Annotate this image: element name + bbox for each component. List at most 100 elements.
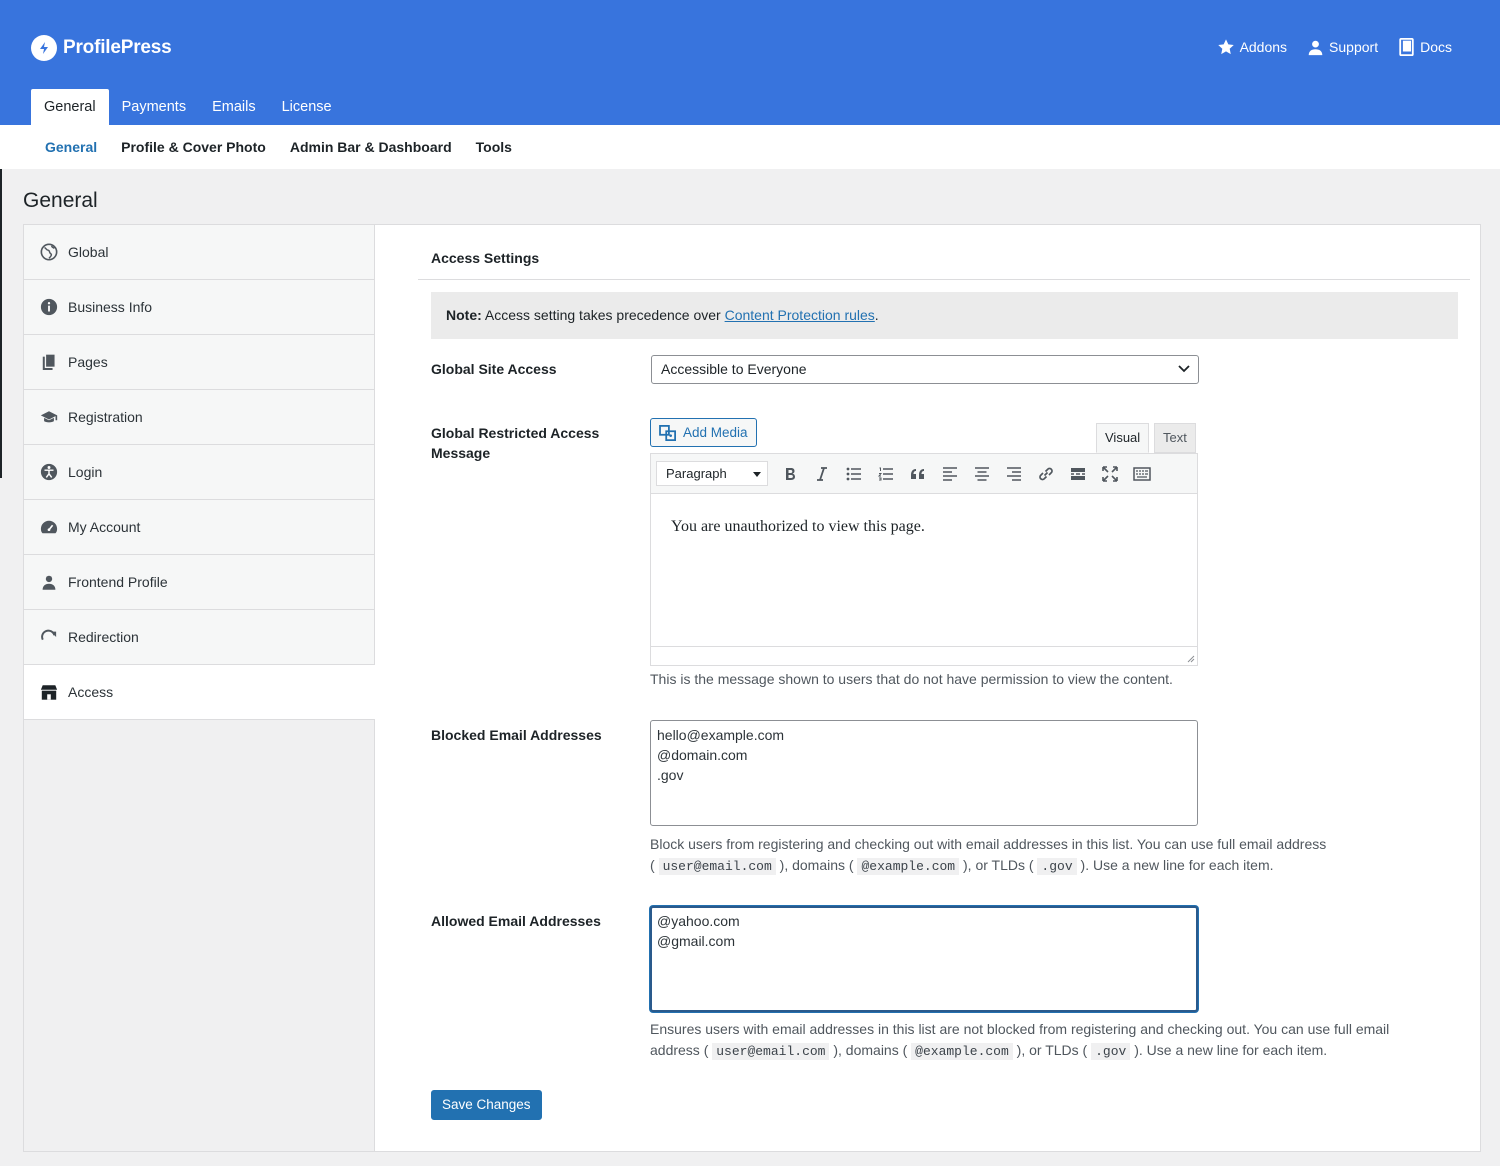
restricted-message-label-line2: Message: [431, 445, 491, 461]
allowed-desc-line2: address ( user@email.com ), domains ( @e…: [650, 1040, 1389, 1062]
restricted-message-label-line1: Global Restricted Access: [431, 425, 600, 441]
bulleted-list-icon: [846, 467, 861, 480]
addons-link[interactable]: Addons: [1217, 38, 1287, 56]
sidebar-item-access[interactable]: Access: [24, 665, 376, 720]
tab-general[interactable]: General: [31, 89, 109, 125]
save-changes-button[interactable]: Save Changes: [431, 1090, 542, 1120]
support-link[interactable]: Support: [1307, 38, 1378, 56]
global-site-access-select[interactable]: Accessible to Everyone: [651, 355, 1199, 384]
bold-icon: [786, 467, 795, 480]
desc-text: ). Use a new line for each item.: [1076, 857, 1274, 873]
align-left-icon: [943, 466, 957, 481]
sidebar-item-label: Pages: [68, 354, 108, 370]
restricted-message-label: Global Restricted Access Message: [431, 423, 599, 463]
align-center-button[interactable]: [966, 460, 998, 488]
settings-content: Access Settings Note: Access setting tak…: [375, 224, 1481, 1152]
sidebar-item-label: Login: [68, 464, 103, 480]
notice-box: Note: Access setting takes precedence ov…: [431, 292, 1458, 339]
allowed-email-line: @yahoo.com: [657, 913, 740, 929]
align-right-button[interactable]: [998, 460, 1030, 488]
editor-tab-visual[interactable]: Visual: [1096, 423, 1150, 453]
italic-button[interactable]: [806, 460, 838, 488]
keyboard-icon: [1133, 466, 1151, 481]
sidebar-item-my-account[interactable]: My Account: [24, 500, 374, 555]
toolbar-toggle-button[interactable]: [1126, 460, 1158, 488]
code-sample: .gov: [1091, 1043, 1131, 1060]
editor-tab-text[interactable]: Text: [1154, 423, 1196, 453]
globe-icon: [40, 243, 58, 261]
allowed-desc-line1: Ensures users with email addresses in th…: [650, 1021, 1390, 1037]
store-icon: [40, 683, 58, 701]
desc-text: ). Use a new line for each item.: [1130, 1042, 1328, 1058]
allowed-emails-label: Allowed Email Addresses: [431, 913, 601, 929]
brand-name: ProfilePress: [63, 37, 172, 58]
subnav-admin-bar-dashboard[interactable]: Admin Bar & Dashboard: [278, 139, 464, 155]
sidebar-item-registration[interactable]: Registration: [24, 390, 374, 445]
subnav-tools[interactable]: Tools: [464, 139, 524, 155]
allowed-email-line: @gmail.com: [657, 933, 736, 949]
desc-text: ), domains (: [829, 1042, 912, 1058]
allowed-emails-description: Ensures users with email addresses in th…: [650, 1019, 1389, 1062]
blocked-emails-label: Blocked Email Addresses: [431, 727, 602, 743]
code-sample: @example.com: [857, 858, 960, 875]
subnav-general[interactable]: General: [33, 139, 109, 155]
blocked-emails-textarea[interactable]: hello@example.com @domain.com .gov: [650, 720, 1198, 826]
read-more-button[interactable]: [1062, 460, 1094, 488]
user-icon: [1308, 40, 1323, 55]
editor-content-text: You are unauthorized to view this page.: [671, 518, 925, 535]
accessibility-icon: [40, 463, 58, 481]
bold-button[interactable]: [774, 460, 806, 488]
desc-text: ), or TLDs (: [959, 857, 1038, 873]
sidebar-item-pages[interactable]: Pages: [24, 335, 374, 390]
sidebar-item-label: Registration: [68, 409, 143, 425]
resize-grip-icon[interactable]: [1185, 653, 1195, 663]
sidebar-item-label: Frontend Profile: [68, 574, 168, 590]
star-icon: [1217, 39, 1234, 55]
align-left-button[interactable]: [934, 460, 966, 488]
global-site-access-value: Accessible to Everyone: [661, 361, 807, 377]
sidebar-item-global[interactable]: Global: [24, 225, 374, 280]
page-title: General: [23, 189, 98, 212]
code-sample: user@email.com: [658, 858, 776, 875]
content-protection-link[interactable]: Content Protection rules: [725, 307, 875, 323]
tab-emails[interactable]: Emails: [199, 89, 269, 125]
pages-icon: [40, 353, 58, 371]
italic-icon: [817, 466, 827, 481]
sidebar-item-frontend-profile[interactable]: Frontend Profile: [24, 555, 374, 610]
desc-text: ), domains (: [775, 857, 858, 873]
chevron-down-icon: [1178, 365, 1190, 373]
blocked-emails-description: Block users from registering and checkin…: [650, 834, 1326, 877]
docs-link[interactable]: Docs: [1398, 38, 1452, 56]
add-media-button[interactable]: Add Media: [650, 418, 757, 447]
desc-text: (: [650, 857, 659, 873]
docs-label: Docs: [1420, 39, 1452, 55]
global-site-access-label: Global Site Access: [431, 361, 557, 377]
allowed-emails-textarea[interactable]: @yahoo.com @gmail.com: [650, 906, 1198, 1012]
format-select[interactable]: Paragraph: [656, 461, 768, 486]
sidebar-item-label: Business Info: [68, 299, 153, 315]
rich-text-editor: Paragraph You are unauthorized to view t…: [650, 453, 1198, 666]
bulleted-list-button[interactable]: [838, 460, 870, 488]
code-sample: .gov: [1037, 858, 1077, 875]
subnav-profile-cover-photo[interactable]: Profile & Cover Photo: [109, 139, 278, 155]
brand[interactable]: ProfilePress: [31, 35, 172, 61]
support-label: Support: [1329, 39, 1379, 55]
editor-content-area[interactable]: You are unauthorized to view this page.: [651, 494, 1197, 646]
read-more-icon: [1071, 467, 1085, 480]
note-end: .: [874, 307, 879, 323]
tab-license[interactable]: License: [269, 89, 345, 125]
blockquote-button[interactable]: [902, 460, 934, 488]
editor-status-bar: [651, 646, 1197, 665]
blocked-email-line: .gov: [657, 767, 684, 783]
app-header: ProfilePress Addons Support Docs General…: [0, 0, 1500, 125]
sidebar-item-login[interactable]: Login: [24, 445, 374, 500]
insert-link-button[interactable]: [1030, 460, 1062, 488]
numbered-list-button[interactable]: [870, 460, 902, 488]
fullscreen-button[interactable]: [1094, 460, 1126, 488]
section-divider: [418, 279, 1470, 280]
sidebar-item-label: Global: [68, 244, 109, 260]
note-text: Access setting takes precedence over: [481, 307, 725, 323]
tab-payments[interactable]: Payments: [109, 89, 199, 125]
sidebar-item-business-info[interactable]: Business Info: [24, 280, 374, 335]
sidebar-item-redirection[interactable]: Redirection: [24, 610, 374, 665]
